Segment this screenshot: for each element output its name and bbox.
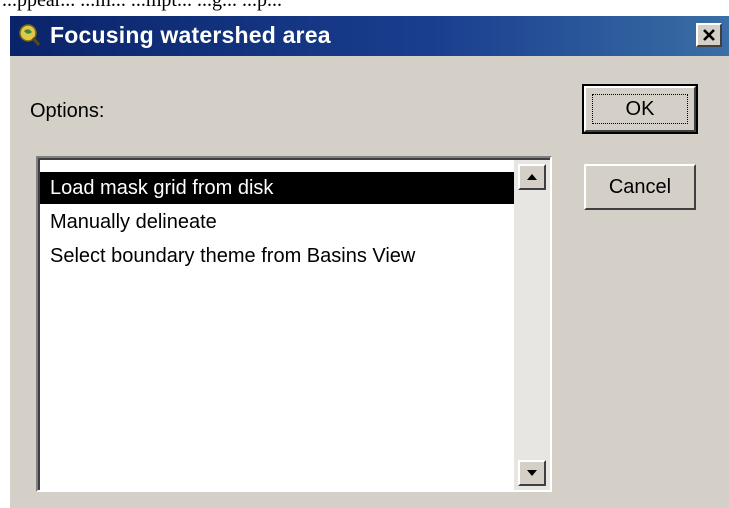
ok-button[interactable]: OK bbox=[582, 84, 698, 134]
cancel-button-label: Cancel bbox=[608, 176, 672, 198]
scroll-down-button[interactable] bbox=[518, 460, 546, 486]
list-item-load-mask-grid[interactable]: Load mask grid from disk bbox=[40, 172, 514, 204]
title-bar[interactable]: Focusing watershed area bbox=[10, 16, 729, 56]
dialog-title: Focusing watershed area bbox=[50, 22, 331, 48]
focusing-watershed-dialog: Focusing watershed area Options: OK Canc… bbox=[8, 14, 729, 508]
listbox-content: Load mask grid from disk Manually deline… bbox=[38, 158, 514, 490]
vertical-scrollbar[interactable] bbox=[514, 158, 550, 490]
ok-button-label: OK bbox=[625, 98, 655, 120]
options-label: Options: bbox=[30, 100, 105, 122]
scroll-up-button[interactable] bbox=[518, 164, 546, 190]
app-icon[interactable] bbox=[16, 22, 42, 48]
background-document-strip: ...ppear... ...m... ...mpt... ...g... ..… bbox=[0, 0, 729, 14]
list-item-select-boundary-theme[interactable]: Select boundary theme from Basins View bbox=[40, 240, 514, 272]
background-text-fragment: ...ppear... ...m... ...mpt... ...g... ..… bbox=[2, 0, 282, 11]
list-item-manually-delineate[interactable]: Manually delineate bbox=[40, 206, 514, 238]
cancel-button[interactable]: Cancel bbox=[584, 164, 696, 210]
close-button[interactable] bbox=[696, 23, 722, 47]
options-listbox[interactable]: Load mask grid from disk Manually deline… bbox=[36, 156, 552, 492]
